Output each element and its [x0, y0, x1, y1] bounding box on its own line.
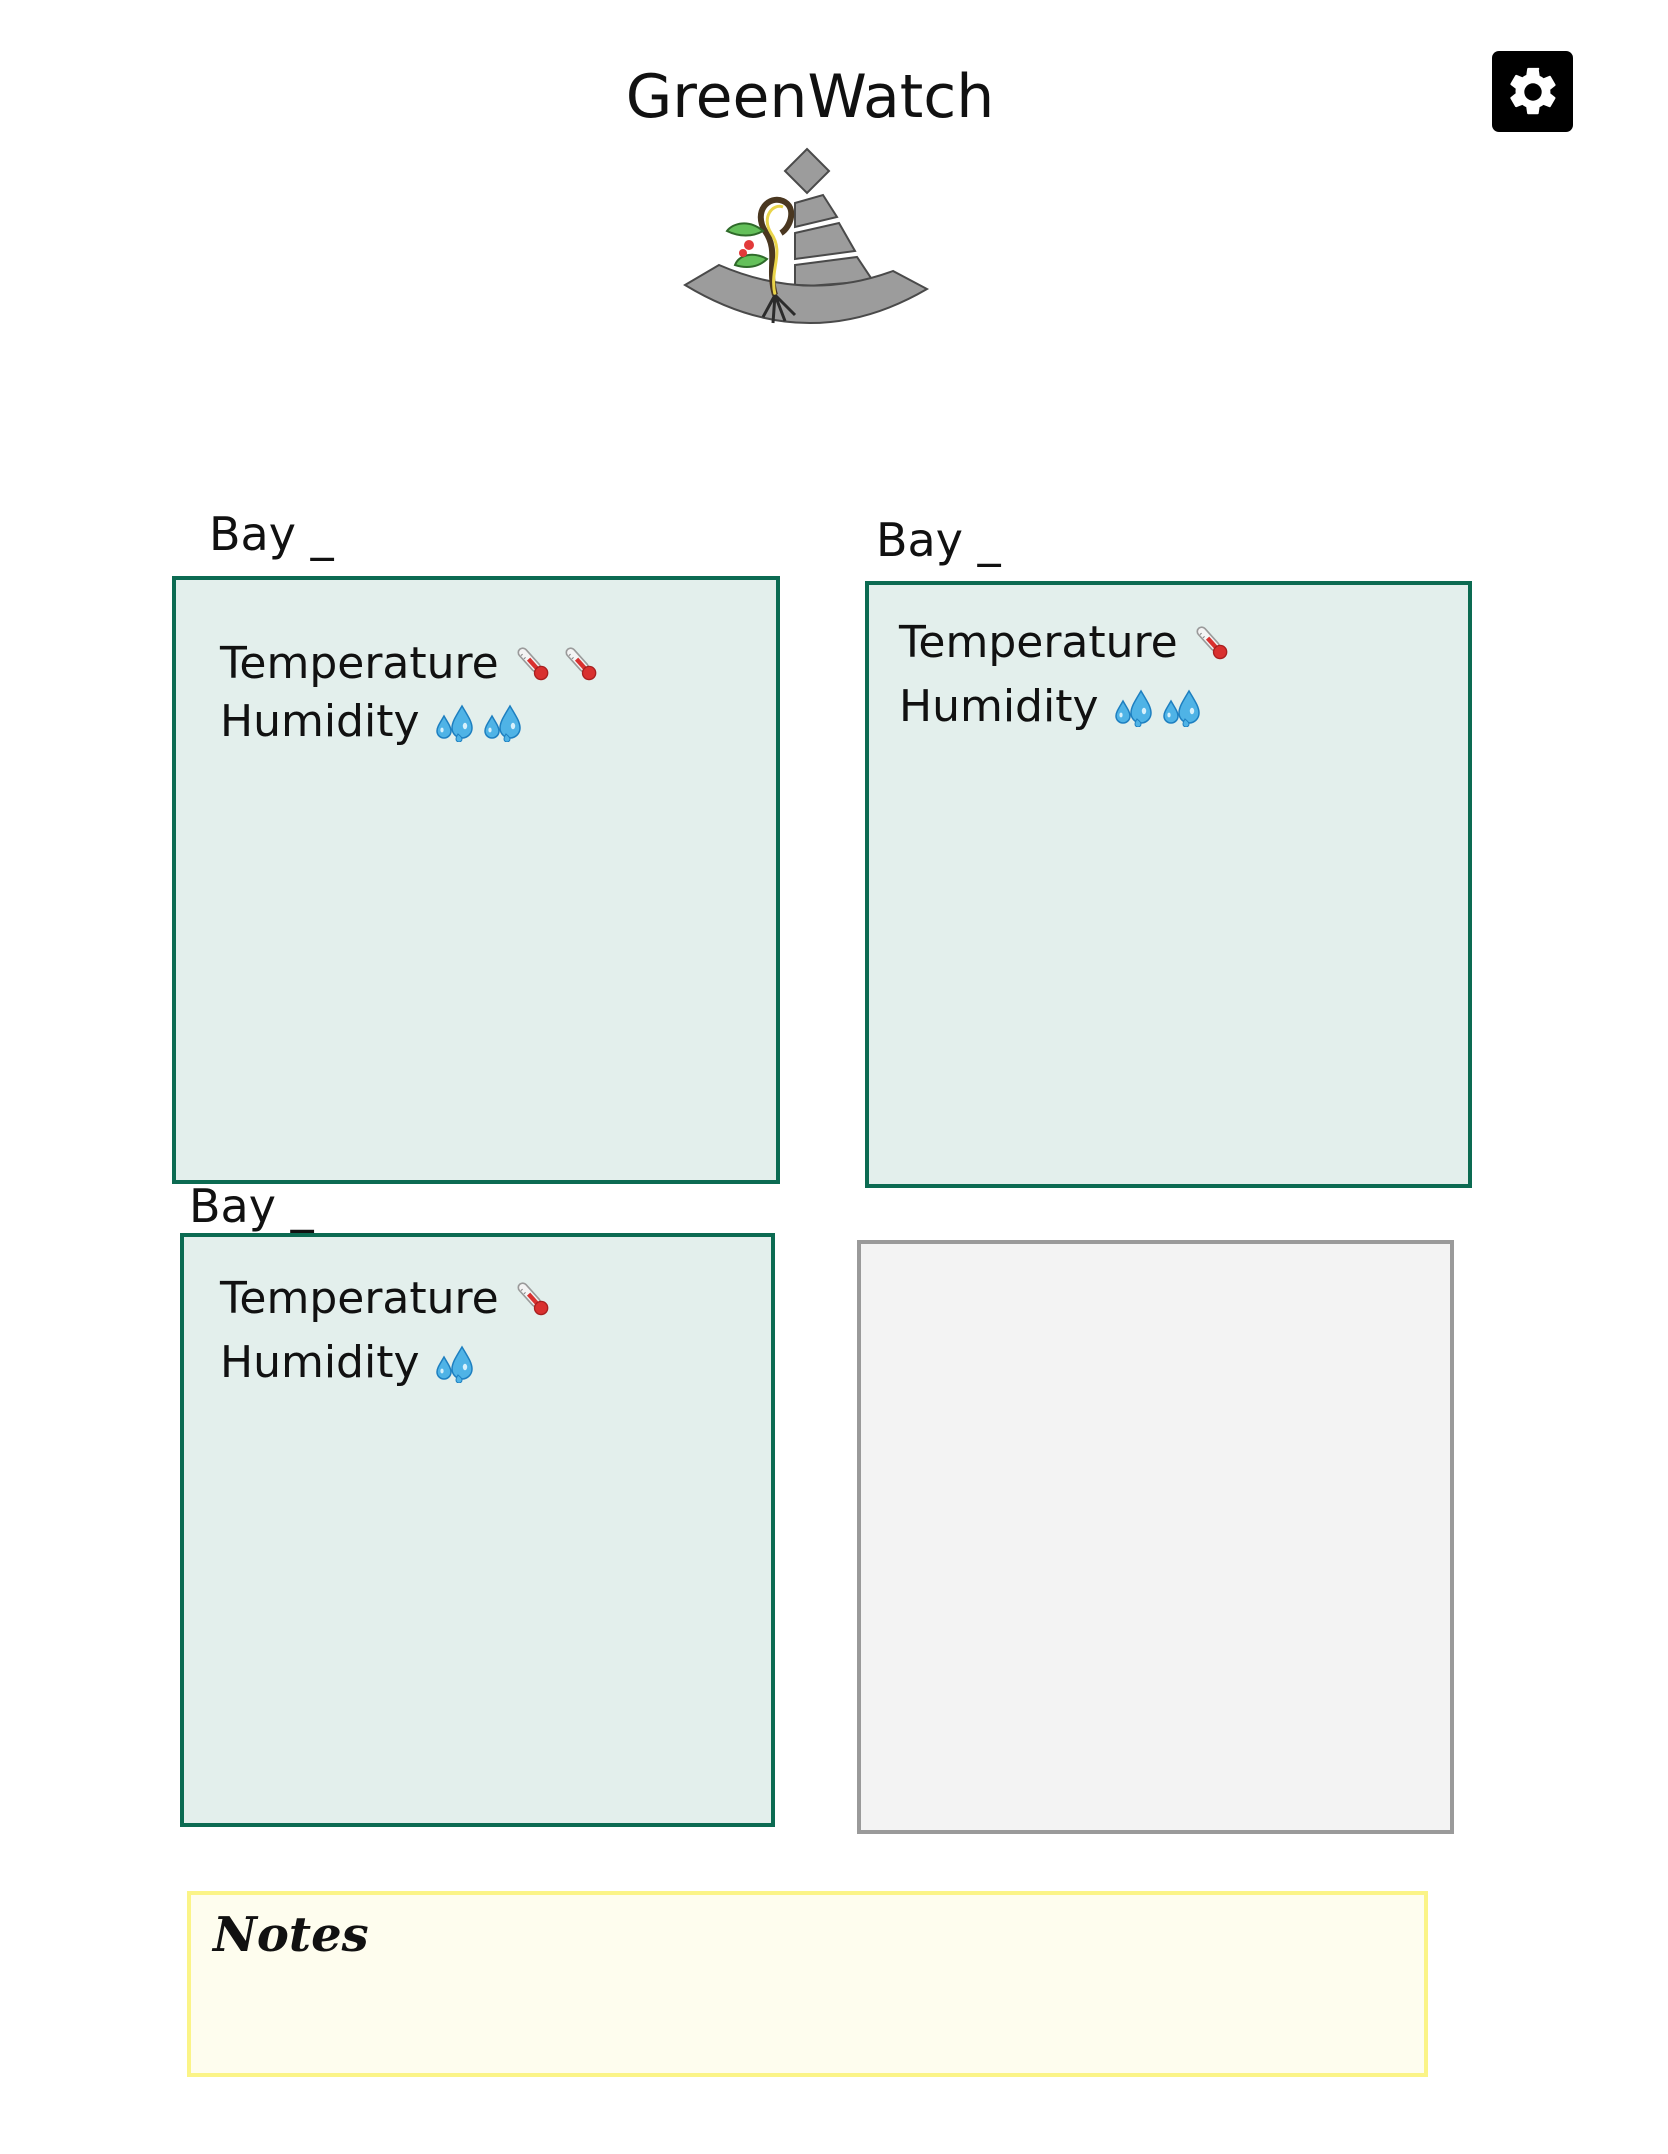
- greenwatch-logo: [683, 147, 930, 324]
- humidity-reading: Humidity: [899, 685, 1203, 729]
- temperature-label: Temperature: [220, 638, 499, 689]
- water-droplets-icon: [432, 702, 476, 742]
- water-droplets-icon: [1111, 687, 1155, 727]
- bay-card-2[interactable]: Temperature Humidity: [865, 581, 1472, 1188]
- app-title: GreenWatch: [625, 62, 995, 132]
- thermometer-icon: [511, 1277, 555, 1321]
- temperature-reading: Temperature: [220, 642, 603, 686]
- bay-card-1[interactable]: Temperature Humidity: [172, 576, 780, 1184]
- notes-label: Notes: [213, 1907, 369, 1963]
- bay-label[interactable]: Bay _: [876, 517, 1001, 563]
- humidity-reading: Humidity: [220, 700, 524, 744]
- water-droplets-icon: [1159, 687, 1203, 727]
- bay-card-3[interactable]: Temperature Humidity: [180, 1233, 775, 1827]
- empty-bay-slot[interactable]: [857, 1240, 1454, 1834]
- water-droplets-icon: [480, 702, 524, 742]
- humidity-label: Humidity: [220, 1337, 420, 1388]
- temperature-reading: Temperature: [899, 621, 1234, 665]
- notes-panel[interactable]: Notes: [187, 1891, 1428, 2077]
- temperature-label: Temperature: [220, 1273, 499, 1324]
- settings-button[interactable]: [1492, 51, 1573, 132]
- temperature-label: Temperature: [899, 617, 1178, 668]
- bay-label[interactable]: Bay _: [189, 1183, 314, 1229]
- thermometer-icon: [559, 642, 603, 686]
- thermometer-icon: [1190, 621, 1234, 665]
- thermometer-icon: [511, 642, 555, 686]
- temperature-reading: Temperature: [220, 1277, 555, 1321]
- humidity-label: Humidity: [220, 696, 420, 747]
- bay-label[interactable]: Bay _: [209, 511, 334, 557]
- humidity-label: Humidity: [899, 681, 1099, 732]
- humidity-reading: Humidity: [220, 1341, 476, 1385]
- gear-icon: [1509, 67, 1556, 114]
- water-droplets-icon: [432, 1343, 476, 1383]
